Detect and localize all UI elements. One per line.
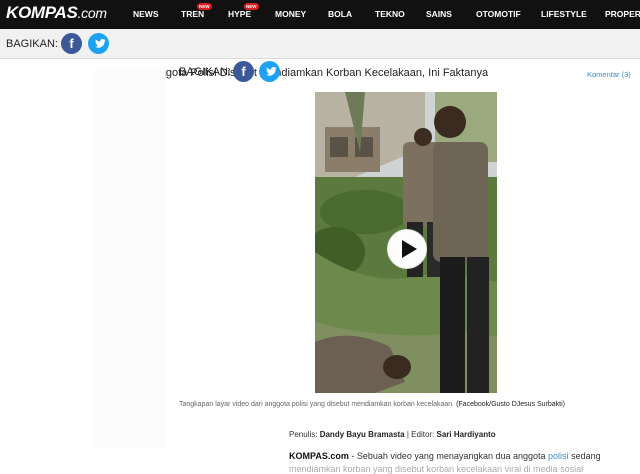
author-name[interactable]: Dandy Bayu Bramasta (320, 430, 405, 439)
nav-item-tekno[interactable]: TEKNO (375, 9, 405, 19)
author-line: Penulis: Dandy Bayu Bramasta | Editor: S… (289, 430, 496, 439)
share-label: BAGIKAN: (6, 38, 58, 50)
article-facebook-share-button[interactable]: f (233, 61, 254, 82)
keyword-link[interactable]: polisi (548, 451, 569, 461)
kompas-logo[interactable]: KOMPAS.com (6, 3, 107, 23)
nav-item-money[interactable]: MONEY (275, 9, 306, 19)
new-badge: NEW (244, 3, 259, 10)
sticky-share-bar: BAGIKAN: f Viral Anggota Polisi Disebut … (0, 29, 640, 79)
nav-item-tren[interactable]: TREN NEW (181, 3, 212, 19)
play-button[interactable] (387, 229, 427, 269)
article-share-label: BAGIKAN: (179, 66, 231, 78)
editor-name[interactable]: Sari Hardiyanto (437, 430, 496, 439)
nav-item-hype[interactable]: HYPE NEW (228, 3, 259, 19)
top-navigation: KOMPAS.com NEWS TREN NEW HYPE NEW MONEY BO… (0, 0, 640, 29)
twitter-icon (266, 66, 277, 76)
sticky-headline[interactable]: Viral Anggota Polisi Disebut Mendiamkan … (122, 67, 488, 79)
facebook-icon: f (69, 36, 74, 51)
ghost-ad-area (95, 68, 165, 448)
facebook-share-button[interactable]: f (61, 33, 82, 54)
twitter-share-button[interactable] (88, 33, 109, 54)
nav-item-properti[interactable]: PROPERTI (605, 9, 640, 19)
twitter-icon (95, 38, 106, 48)
comments-link[interactable]: Komentar (3) (587, 70, 631, 79)
video-player[interactable] (315, 92, 497, 393)
article-lead: KOMPAS.com - Sebuah video yang menayangk… (289, 451, 601, 461)
nav-item-sains[interactable]: SAINS (426, 9, 452, 19)
nav-item-lifestyle[interactable]: LIFESTYLE (541, 9, 587, 19)
new-badge: NEW (197, 3, 212, 10)
article-lead-continued: mendiamkan korban yang disebut korban ke… (289, 464, 584, 474)
facebook-icon: f (241, 64, 246, 79)
play-icon (388, 230, 426, 268)
article-twitter-share-button[interactable] (259, 61, 280, 82)
nav-item-bola[interactable]: BOLA (328, 9, 352, 19)
nav-item-news[interactable]: NEWS (133, 9, 159, 19)
nav-item-otomotif[interactable]: OTOMOTIF (476, 9, 521, 19)
video-caption: Tangkapan layar video dari anggota polis… (179, 401, 566, 408)
